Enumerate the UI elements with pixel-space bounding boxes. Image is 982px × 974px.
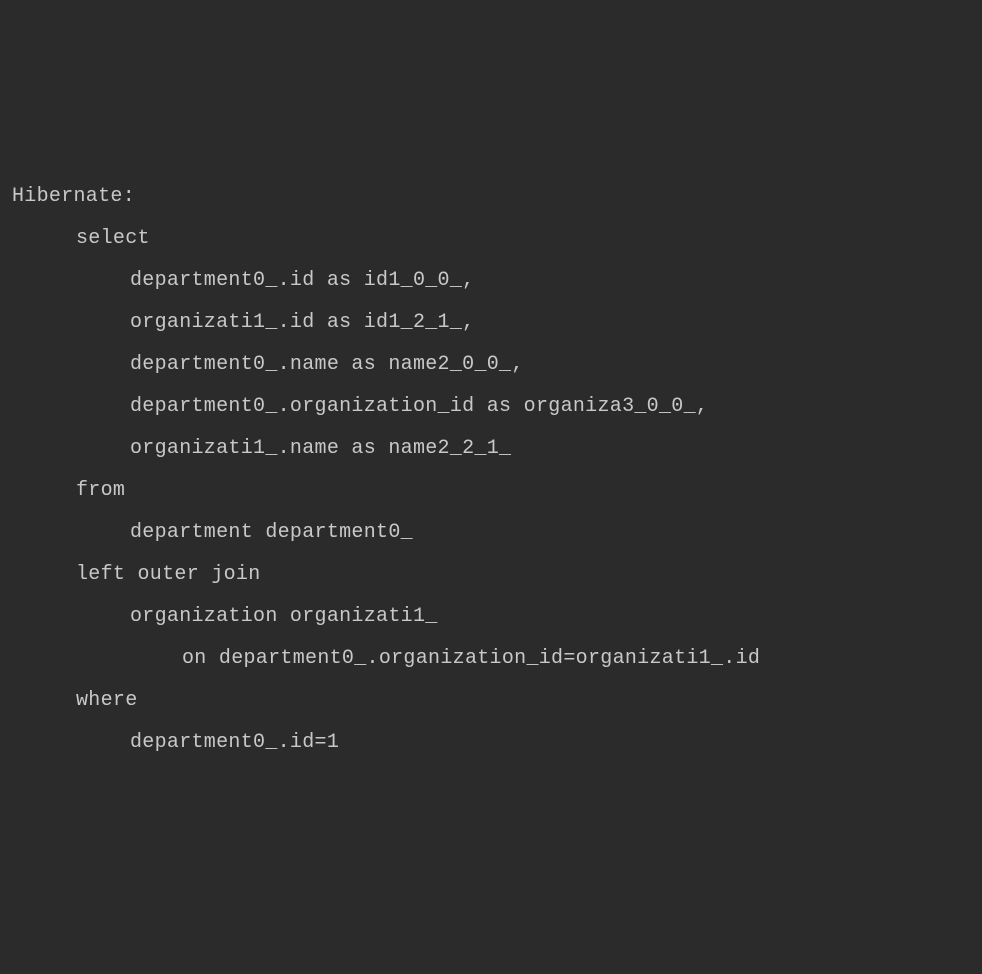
sql-line: department0_.organization_id as organiza…	[12, 386, 970, 428]
sql-line: organization organizati1_	[12, 596, 970, 638]
sql-line: left outer join	[12, 554, 970, 596]
sql-line: on department0_.organization_id=organiza…	[12, 638, 970, 680]
sql-line: from	[12, 470, 970, 512]
sql-line: department0_.id as id1_0_0_,	[12, 260, 970, 302]
sql-line: organizati1_.name as name2_2_1_	[12, 428, 970, 470]
sql-line: select	[12, 218, 970, 260]
sql-line: department0_.name as name2_0_0_,	[12, 344, 970, 386]
sql-line: department0_.id=1	[12, 722, 970, 764]
sql-line: Hibernate:	[12, 176, 970, 218]
sql-line: department department0_	[12, 512, 970, 554]
sql-line: where	[12, 680, 970, 722]
code-block: Hibernate:selectdepartment0_.id as id1_0…	[12, 176, 970, 764]
sql-line: organizati1_.id as id1_2_1_,	[12, 302, 970, 344]
